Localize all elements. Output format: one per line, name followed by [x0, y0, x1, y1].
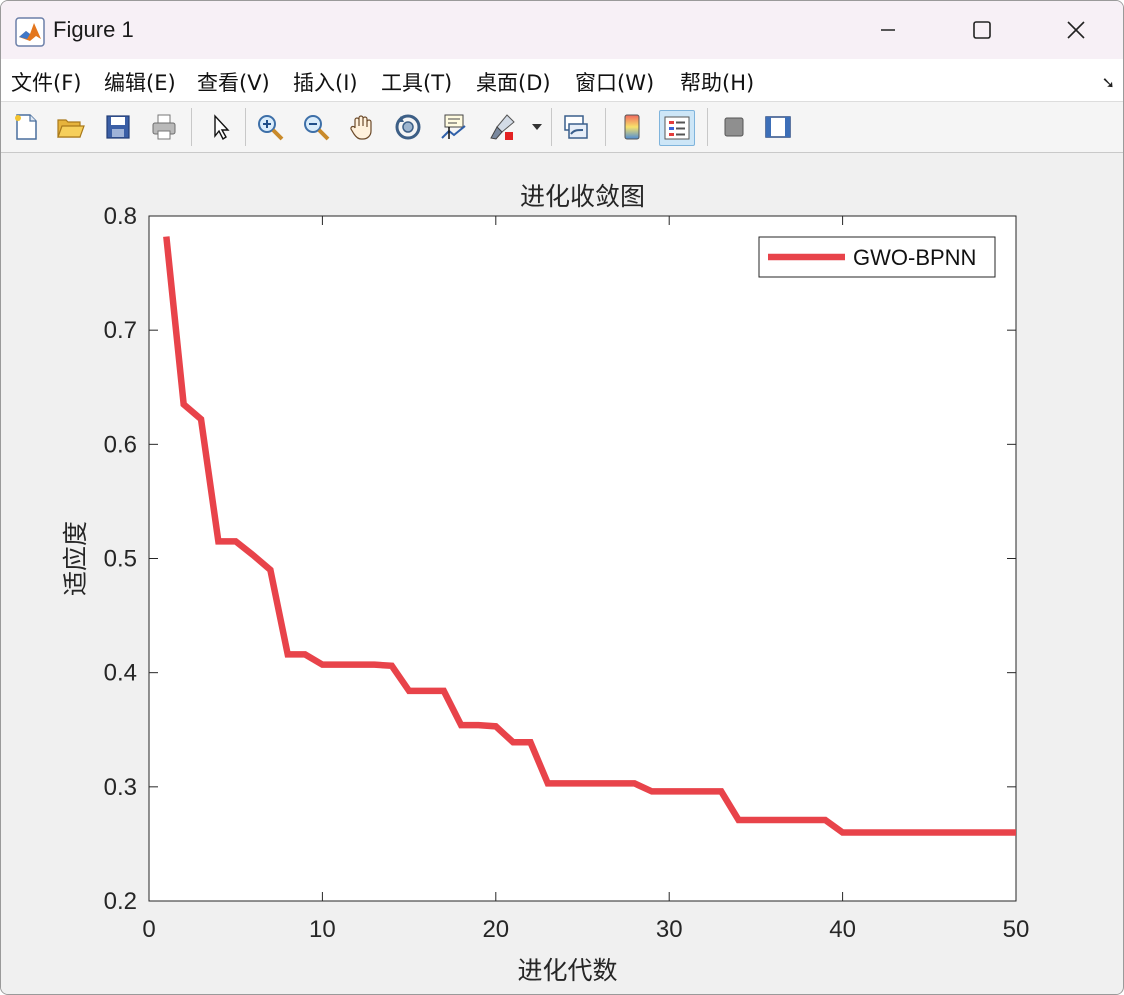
chart-title: 进化收敛图 [520, 183, 645, 211]
x-tick-label: 10 [309, 916, 336, 943]
figure-toolbar [1, 102, 1123, 153]
pan-hand-icon [350, 115, 372, 140]
menu-insert[interactable]: 插入(I) [293, 67, 358, 97]
y-tick-label: 0.5 [104, 546, 137, 573]
hide-plot-tools-icon [724, 117, 744, 137]
plot-background [149, 216, 1016, 901]
data-cursor-button[interactable] [437, 110, 471, 144]
insert-colorbar-button[interactable] [615, 110, 649, 144]
matlab-logo-icon [15, 17, 45, 47]
menu-bar: 文件(F) 编辑(E) 查看(V) 插入(I) 工具(T) 桌面(D) 窗口(W… [1, 59, 1123, 102]
x-tick-label: 50 [1003, 916, 1030, 943]
menu-window[interactable]: 窗口(W) [575, 67, 654, 97]
data-cursor-icon [441, 114, 466, 139]
zoom-out-icon [304, 115, 330, 141]
x-tick-label: 0 [142, 916, 155, 943]
menu-tools[interactable]: 工具(T) [381, 67, 452, 97]
legend-icon [664, 116, 690, 140]
menu-desktop[interactable]: 桌面(D) [476, 67, 551, 97]
brush-dropdown[interactable] [529, 110, 545, 144]
menu-help[interactable]: 帮助(H) [680, 67, 754, 97]
y-tick-label: 0.3 [104, 774, 137, 801]
select-arrow-icon [214, 114, 230, 141]
y-tick-label: 0.7 [104, 317, 137, 344]
y-tick-label: 0.6 [104, 431, 137, 458]
y-tick-label: 0.2 [104, 888, 137, 915]
legend-label: GWO-BPNN [853, 245, 976, 270]
minimize-icon [881, 29, 895, 31]
save-button[interactable] [101, 110, 135, 144]
new-figure-icon [15, 114, 37, 140]
x-axis-label: 进化代数 [517, 957, 617, 985]
dock-figure-icon[interactable]: ➘ [1102, 73, 1115, 92]
chevron-down-icon [532, 124, 542, 130]
rotate-3d-icon [395, 114, 421, 140]
menu-edit[interactable]: 编辑(E) [104, 67, 176, 97]
zoom-in-icon [258, 115, 284, 141]
pan-button[interactable] [345, 110, 379, 144]
zoom-in-button[interactable] [253, 110, 287, 144]
y-tick-label: 0.4 [104, 660, 137, 687]
title-bar: Figure 1 [1, 1, 1123, 59]
print-button[interactable] [147, 110, 181, 144]
insert-legend-button[interactable] [659, 110, 695, 146]
brush-button[interactable] [485, 110, 519, 144]
close-icon [1067, 21, 1085, 39]
save-icon [106, 115, 130, 139]
colorbar-icon [624, 114, 640, 140]
x-tick-label: 30 [656, 916, 683, 943]
print-icon [152, 114, 176, 140]
minimize-button[interactable] [865, 9, 911, 51]
close-button[interactable] [1053, 9, 1099, 51]
figure-window: Figure 1 文件(F) 编辑(E) 查看(V) 插入(I) 工具(T) 桌… [0, 0, 1124, 995]
figure-canvas[interactable]: 0 10 20 30 40 50 0.2 0.3 0.4 0.5 0.6 0.7 0.8 进化收敛图进化代… [1, 153, 1121, 994]
hide-plot-tools-button[interactable] [717, 110, 751, 144]
toolbar-separator [605, 108, 606, 146]
edit-plot-button[interactable] [203, 110, 237, 144]
line-chart[interactable]: 0 10 20 30 40 50 0.2 0.3 0.4 0.5 0.6 0.7 0.8 进化收敛图进化代… [1, 153, 1121, 994]
brush-icon [490, 114, 515, 140]
rotate-3d-button[interactable] [391, 110, 425, 144]
open-file-icon [57, 119, 85, 138]
show-plot-tools-button[interactable] [761, 110, 795, 144]
toolbar-separator [551, 108, 552, 146]
menu-view[interactable]: 查看(V) [197, 67, 270, 97]
y-axis-label: 适应度 [62, 521, 90, 596]
new-figure-button[interactable] [9, 110, 43, 144]
show-plot-tools-icon [765, 116, 791, 138]
toolbar-separator [245, 108, 246, 146]
link-plot-icon [564, 115, 588, 139]
link-plot-button[interactable] [559, 110, 593, 144]
zoom-out-button[interactable] [299, 110, 333, 144]
open-file-button[interactable] [53, 110, 87, 144]
toolbar-separator [191, 108, 192, 146]
x-tick-label: 40 [829, 916, 856, 943]
maximize-icon [973, 21, 991, 39]
x-tick-label: 20 [482, 916, 509, 943]
menu-file[interactable]: 文件(F) [11, 67, 81, 97]
maximize-button[interactable] [959, 9, 1005, 51]
window-title: Figure 1 [53, 17, 134, 42]
toolbar-separator [707, 108, 708, 146]
y-tick-label: 0.8 [104, 203, 137, 230]
